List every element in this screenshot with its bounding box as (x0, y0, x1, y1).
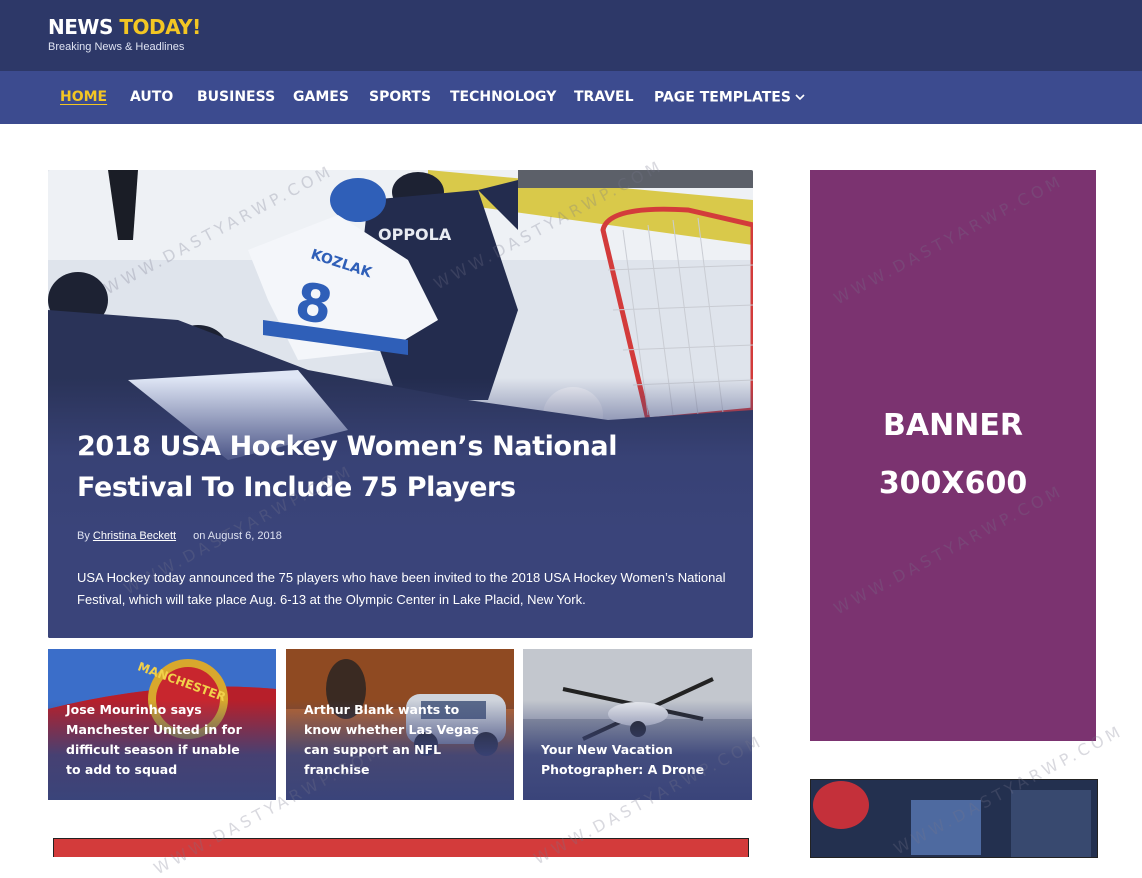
card-title[interactable]: Your New Vacation Photographer: A Drone (541, 740, 731, 780)
hero-title[interactable]: 2018 USA Hockey Women’s National Festiva… (77, 426, 727, 508)
nav-label: HOME (60, 89, 108, 105)
nav-label: PAGE TEMPLATES (654, 89, 791, 106)
sidebar-image[interactable] (810, 779, 1098, 858)
byline-prefix: By (77, 530, 90, 542)
nav-label: AUTO (130, 89, 174, 105)
article-card[interactable]: MANCHESTER Jose Mourinho says Manchester… (48, 649, 276, 800)
hero-excerpt: USA Hockey today announced the 75 player… (77, 570, 726, 607)
nav-item-home[interactable]: HOME (60, 71, 107, 124)
site-header: NEWS TODAY! Breaking News & Headlines (0, 0, 1142, 71)
author-link[interactable]: Christina Beckett (93, 530, 176, 542)
nav-label: TECHNOLOGY (450, 89, 557, 105)
nav-item-page-templates[interactable]: PAGE TEMPLATES (654, 71, 805, 124)
sidebar-image-art (811, 780, 1097, 857)
nav-label: BUSINESS (197, 89, 276, 105)
nav-item-auto[interactable]: AUTO (130, 71, 173, 124)
featured-article[interactable]: OPPOLA KOZLAK 8 2018 USA Hockey Women’s … (48, 170, 753, 638)
logo-accent-text: TODAY! (119, 15, 201, 39)
nav-item-business[interactable]: BUSINESS (197, 71, 275, 124)
nav-item-games[interactable]: GAMES (293, 71, 349, 124)
site-tagline: Breaking News & Headlines (48, 41, 185, 53)
hero-meta: By Christina Beckett on August 6, 2018 (77, 530, 282, 542)
site-logo[interactable]: NEWS TODAY! Breaking News & Headlines (48, 15, 201, 53)
opponent-jersey-text: OPPOLA (378, 225, 452, 244)
nav-label: TRAVEL (574, 89, 634, 105)
banner-line1: BANNER (883, 408, 1023, 443)
nav-item-travel[interactable]: TRAVEL (574, 71, 634, 124)
logo-main-text: NEWS (48, 15, 120, 39)
ad-banner[interactable]: BANNER 300X600 (810, 170, 1096, 741)
article-card[interactable]: Arthur Blank wants to know whether Las V… (286, 649, 514, 800)
main-navigation: HOME AUTO BUSINESS GAMES SPORTS TECHNOLO… (0, 71, 1142, 124)
nav-label: SPORTS (369, 89, 432, 105)
nav-item-sports[interactable]: SPORTS (369, 71, 431, 124)
banner-line2: 300X600 (878, 466, 1028, 501)
article-card[interactable]: Your New Vacation Photographer: A Drone (523, 649, 752, 800)
post-date: on August 6, 2018 (193, 530, 282, 542)
card-title[interactable]: Jose Mourinho says Manchester United in … (66, 700, 256, 780)
nav-label: GAMES (293, 89, 349, 105)
next-article-image[interactable] (53, 838, 749, 857)
nav-item-technology[interactable]: TECHNOLOGY (450, 71, 556, 124)
card-title[interactable]: Arthur Blank wants to know whether Las V… (304, 700, 494, 780)
chevron-down-icon (795, 71, 805, 124)
logo-text: NEWS TODAY! (48, 15, 201, 39)
